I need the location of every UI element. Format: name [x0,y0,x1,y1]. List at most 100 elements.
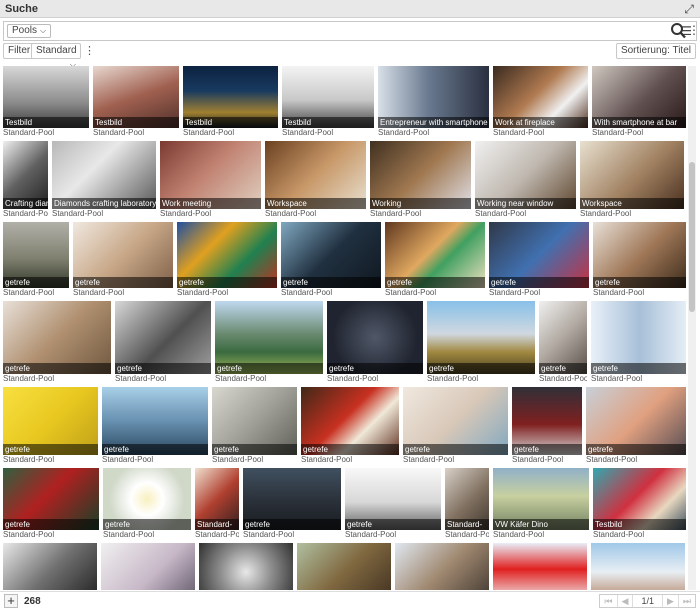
image-thumbnail[interactable]: getrefe [345,468,441,530]
image-thumbnail[interactable]: Working near window [475,141,576,209]
image-tile[interactable]: getrefe Standard-Pool [591,301,686,383]
image-thumbnail[interactable]: Workspace [580,141,684,209]
image-tile[interactable]: getrefe Standard-Pool [539,301,587,383]
image-tile[interactable]: Workspace Standard-Pool [580,141,684,218]
image-tile[interactable]: getrefe Standard-Pool [215,301,323,383]
image-thumbnail[interactable]: getrefe [3,301,111,374]
image-tile[interactable]: Testbild Standard-Pool [593,468,686,539]
image-tile[interactable]: Entrepreneur with smartphone Standard-Poo… [378,66,489,137]
image-tile[interactable]: getrefe Standard-Pool [345,468,441,539]
image-thumbnail[interactable] [297,543,391,590]
image-thumbnail[interactable]: getrefe [385,222,485,288]
image-tile[interactable]: getrefe Standard-Pool [3,468,99,539]
more-options-icon[interactable]: ⋮ [688,23,700,37]
image-tile[interactable] [199,543,293,590]
image-tile[interactable]: getrefe Standard-Pool [177,222,277,297]
image-tile[interactable]: getrefe Standard-Pool [3,387,98,464]
image-thumbnail[interactable]: Testbild [93,66,179,128]
image-tile[interactable]: getrefe Standard-Pool [73,222,173,297]
image-thumbnail[interactable]: Standard- [195,468,239,530]
image-tile[interactable]: getrefe Standard-Pool [212,387,297,464]
image-tile[interactable]: getrefe Standard-Pool [385,222,485,297]
image-tile[interactable] [297,543,391,590]
image-thumbnail[interactable]: getrefe [3,222,69,288]
image-tile[interactable]: Standard-Standard-Pool [195,468,239,539]
image-thumbnail[interactable]: Working [370,141,471,209]
image-thumbnail[interactable]: getrefe [243,468,341,530]
image-thumbnail[interactable]: getrefe [281,222,381,288]
pools-dropdown[interactable]: Pools ⌵ [7,24,52,38]
image-thumbnail[interactable]: Standard- [445,468,489,530]
image-tile[interactable]: Workspace Standard-Pool [265,141,366,218]
search-icon[interactable] [670,22,686,40]
image-thumbnail[interactable]: getrefe [403,387,508,455]
image-thumbnail[interactable]: Work at fireplace [493,66,588,128]
image-thumbnail[interactable]: Crafting diamond [3,141,48,209]
image-thumbnail[interactable]: getrefe [115,301,211,374]
image-tile[interactable]: Working near window Standard-Pool [475,141,576,218]
image-tile[interactable]: getrefe Standard-Pool [403,387,508,464]
image-tile[interactable]: getrefe Standard-Pool [489,222,589,297]
image-thumbnail[interactable] [395,543,489,590]
image-thumbnail[interactable]: getrefe [591,301,686,374]
image-thumbnail[interactable]: getrefe [327,301,423,374]
image-thumbnail[interactable]: getrefe [593,222,686,288]
image-tile[interactable]: Crafting diamondStandard-Pool [3,141,48,218]
image-thumbnail[interactable]: getrefe [489,222,589,288]
image-tile[interactable]: Testbild Standard-Pool [3,66,89,137]
image-thumbnail[interactable]: getrefe [301,387,399,455]
image-tile[interactable]: getrefe Standard-Pool [115,301,211,383]
image-thumbnail[interactable]: Work meeting [160,141,261,209]
image-thumbnail[interactable]: Workspace [265,141,366,209]
filter-more-icon[interactable]: ⋮ [84,44,95,57]
image-thumbnail[interactable]: Entrepreneur with smartphone [378,66,489,128]
image-tile[interactable]: Work meeting Standard-Pool [160,141,261,218]
image-thumbnail[interactable]: With smartphone at bar [592,66,686,128]
image-thumbnail[interactable]: getrefe [512,387,582,455]
image-tile[interactable]: getrefe Standard-Pool [327,301,423,383]
expand-icon[interactable]: ⤢ [684,2,694,17]
image-tile[interactable]: getrefe Standard-Pool [3,301,111,383]
image-thumbnail[interactable] [3,543,97,590]
image-thumbnail[interactable]: getrefe [3,387,98,455]
image-tile[interactable]: getrefe Standard-Pool [593,222,686,297]
prev-page-icon[interactable]: ◀ [618,595,634,607]
image-thumbnail[interactable]: getrefe [215,301,323,374]
image-thumbnail[interactable]: getrefe [73,222,173,288]
image-thumbnail[interactable] [101,543,195,590]
image-thumbnail[interactable]: getrefe [427,301,535,374]
image-tile[interactable] [3,543,97,590]
image-thumbnail[interactable]: getrefe [103,468,191,530]
standard-dropdown[interactable]: Standard ⌵ [31,43,81,69]
image-thumbnail[interactable]: getrefe [102,387,208,455]
image-thumbnail[interactable] [199,543,293,590]
image-tile[interactable]: getrefe Standard-Pool [586,387,686,464]
image-tile[interactable]: VW Käfer Dino Standard-Pool [493,468,589,539]
image-thumbnail[interactable]: Testbild [593,468,686,530]
image-tile[interactable]: Testbild Standard-Pool [93,66,179,137]
image-thumbnail[interactable]: Testbild [282,66,374,128]
image-tile[interactable]: getrefe Standard-Pool [3,222,69,297]
image-thumbnail[interactable]: getrefe [586,387,686,455]
image-tile[interactable]: getrefe Standard-Pool [301,387,399,464]
image-tile[interactable] [395,543,489,590]
image-thumbnail[interactable]: getrefe [3,468,99,530]
image-tile[interactable]: Work at fireplace Standard-Pool [493,66,588,137]
image-thumbnail[interactable]: Diamonds crafting laboratory [52,141,156,209]
image-tile[interactable]: Testbild Standard-Pool [183,66,278,137]
image-thumbnail[interactable]: Testbild [183,66,278,128]
image-thumbnail[interactable]: VW Käfer Dino [493,468,589,530]
image-thumbnail[interactable]: Testbild [3,66,89,128]
image-tile[interactable]: Standard-Standard-Pool [445,468,489,539]
gallery-scrollbar[interactable] [688,66,696,590]
image-tile[interactable] [591,543,685,590]
image-thumbnail[interactable]: getrefe [177,222,277,288]
image-tile[interactable] [101,543,195,590]
next-page-icon[interactable]: ▶ [663,595,679,607]
image-tile[interactable]: getrefe Standard-Pool [427,301,535,383]
image-tile[interactable]: With smartphone at bar Standard-Pool [592,66,686,137]
image-tile[interactable]: Working Standard-Pool [370,141,471,218]
image-tile[interactable]: getrefe Standard-Pool [103,468,191,539]
first-page-icon[interactable]: ⏮ [600,595,618,607]
image-tile[interactable] [493,543,587,590]
